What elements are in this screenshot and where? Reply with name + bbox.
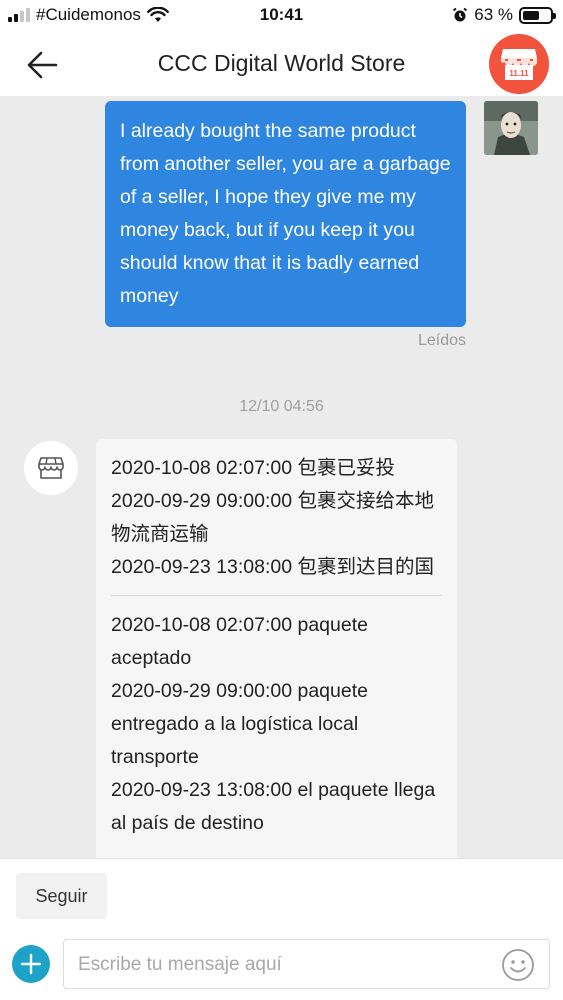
message-divider [111,595,442,596]
follow-button[interactable]: Seguir [16,873,107,919]
tracking-line: 2020-09-29 09:00:00 包裹交接给本地物流商运输 [111,490,434,545]
tracking-lines-chinese: 2020-10-08 02:07:00 包裹已妥投 2020-09-29 09:… [111,452,442,584]
outgoing-message: I already bought the same product from a… [105,101,466,327]
svg-text:11.11: 11.11 [509,69,529,78]
store-icon: 11.11 [501,49,537,80]
status-right: 63 % [452,5,556,25]
tracking-lines-spanish: 2020-10-08 02:07:00 paquete aceptado 202… [111,609,442,840]
chat-footer: Seguir [0,858,563,1000]
emoji-icon[interactable] [501,948,535,982]
store-avatar[interactable] [24,441,78,495]
chat-header: CCC Digital World Store 11.11 [0,32,563,96]
incoming-message: 2020-10-08 02:07:00 包裹已妥投 2020-09-29 09:… [96,439,457,858]
battery-percent: 63 % [474,5,513,24]
tracking-line: 2020-09-23 13:08:00 el paquete llega al … [111,779,436,834]
attach-button[interactable] [12,945,50,983]
outgoing-message-text: I already bought the same product from a… [120,120,451,307]
message-input-box[interactable] [63,939,550,989]
user-avatar[interactable] [484,101,538,155]
store-logo[interactable]: 11.11 [489,34,549,94]
page-title: CCC Digital World Store [157,50,406,76]
chat-area[interactable]: I already bought the same product from a… [0,96,563,858]
read-status: Leídos [417,332,466,349]
tracking-line: 2020-09-23 13:08:00 包裹到达目的国 [111,556,434,578]
battery-icon [519,6,556,24]
message-timestamp: 12/10 04:56 [239,398,324,415]
plus-icon [20,953,42,975]
tracking-line: 2020-10-08 02:07:00 包裹已妥投 [111,457,395,479]
storefront-icon [38,457,64,479]
user-avatar-image [484,101,538,155]
tracking-line: 2020-09-29 09:00:00 paquete entregado a … [111,680,368,768]
tracking-line: 2020-10-08 02:07:00 paquete aceptado [111,614,368,669]
alarm-icon [453,7,468,22]
status-bar: #Cuidemonos 10:41 63 % [0,0,563,32]
message-input[interactable] [78,950,498,980]
